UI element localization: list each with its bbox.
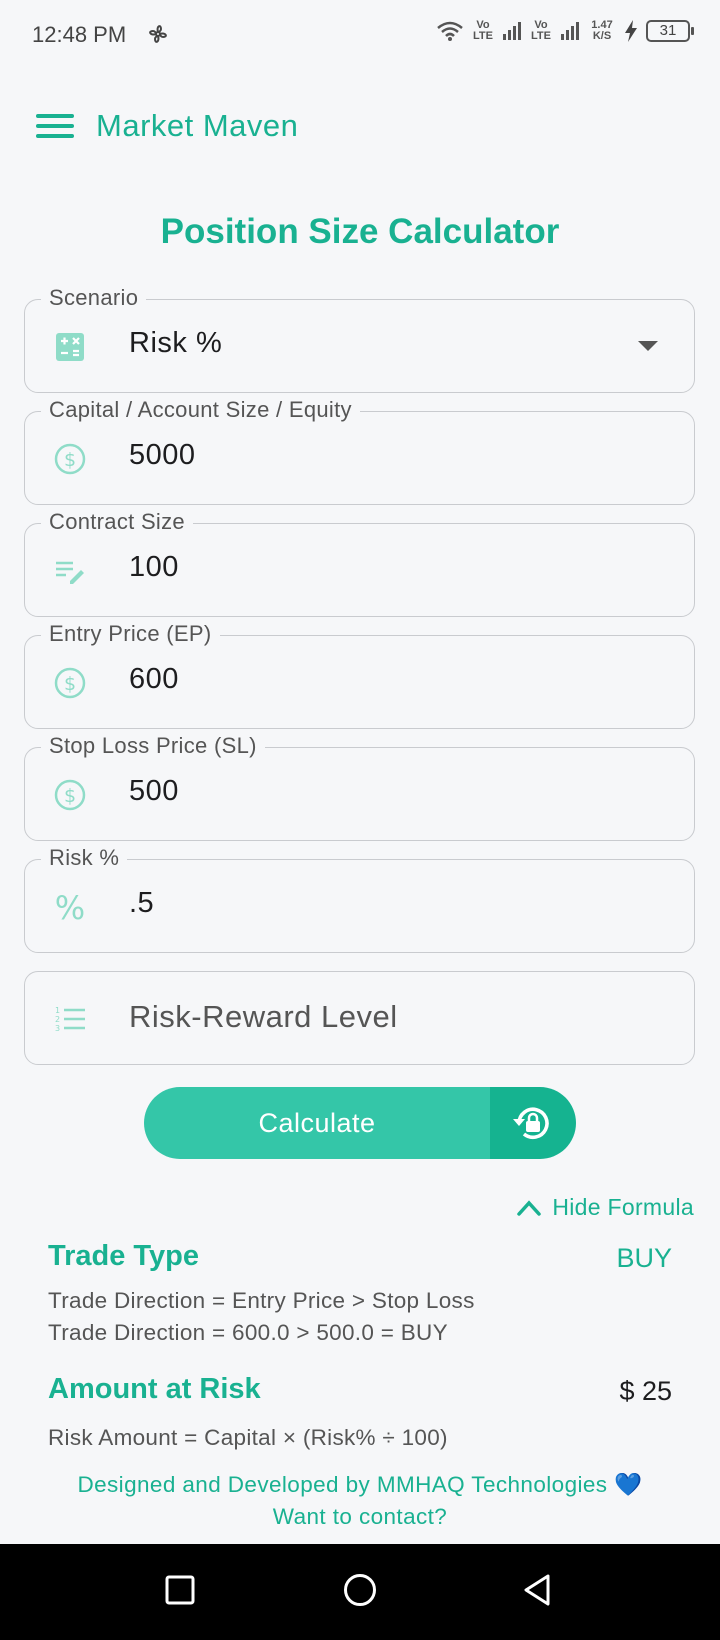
chevron-up-icon	[517, 1199, 542, 1216]
fan-icon	[149, 25, 167, 43]
risk-percent-label: Risk %	[41, 844, 128, 872]
scenario-select[interactable]: Scenario Risk %	[24, 284, 695, 393]
entry-price-field[interactable]: Entry Price (EP) $ 600	[24, 620, 695, 729]
battery-indicator: 31	[646, 20, 694, 42]
network-speed: 1.47 K/S	[591, 19, 613, 42]
svg-text:$: $	[64, 673, 76, 695]
svg-text:2: 2	[55, 1015, 60, 1024]
stop-loss-value: 500	[129, 775, 179, 807]
wifi-icon	[437, 21, 463, 41]
scenario-value: Risk %	[129, 327, 223, 359]
numbered-list-icon: 1 2 3	[55, 1006, 85, 1033]
dollar-icon: $	[54, 667, 86, 699]
heart-icon: 💙	[614, 1472, 643, 1497]
risk-amount-formula: Risk Amount = Capital × (Risk% ÷ 100)	[48, 1425, 448, 1450]
contact-link[interactable]: Want to contact?	[0, 1504, 720, 1530]
risk-percent-field[interactable]: Risk % % .5	[24, 844, 695, 953]
home-icon[interactable]	[342, 1572, 378, 1608]
stop-loss-field[interactable]: Stop Loss Price (SL) $ 500	[24, 732, 695, 841]
svg-text:$: $	[64, 785, 76, 807]
entry-price-label: Entry Price (EP)	[41, 620, 220, 648]
calculate-button-group: Calculate	[144, 1087, 576, 1159]
volte-indicator-2: Vo LTE	[531, 19, 551, 42]
page-title: Position Size Calculator	[160, 212, 560, 251]
status-bar: 12:48 PM Vo LTE Vo LTE 1.47 K/S 31	[0, 0, 720, 74]
recents-icon[interactable]	[164, 1572, 196, 1608]
dollar-icon: $	[54, 779, 86, 811]
menu-icon[interactable]	[34, 110, 76, 146]
volte-indicator-1: Vo LTE	[473, 19, 493, 42]
risk-percent-value: .5	[129, 887, 155, 919]
risk-reward-placeholder: Risk-Reward Level	[129, 999, 398, 1034]
capital-field[interactable]: Capital / Account Size / Equity $ 5000	[24, 396, 695, 505]
trade-type-value: BUY	[616, 1243, 672, 1273]
risk-reward-field[interactable]: 1 2 3 Risk-Reward Level	[24, 971, 695, 1065]
stop-loss-label: Stop Loss Price (SL)	[41, 732, 265, 760]
app-bar: Market Maven	[0, 90, 720, 166]
status-icons: Vo LTE Vo LTE 1.47 K/S 31	[436, 19, 694, 42]
entry-price-value: 600	[129, 663, 179, 695]
percent-icon: %	[55, 890, 85, 924]
trade-direction-calculation: Trade Direction = 600.0 > 500.0 = BUY	[48, 1320, 448, 1345]
svg-text:1: 1	[55, 1006, 60, 1015]
contract-size-value: 100	[129, 551, 179, 583]
hide-formula-toggle[interactable]: Hide Formula	[516, 1194, 694, 1221]
screen: 12:48 PM Vo LTE Vo LTE 1.47 K/S 31 Marke…	[0, 0, 720, 1640]
edit-note-icon	[56, 561, 84, 584]
navigation-bar	[0, 1544, 720, 1640]
svg-text:$: $	[64, 449, 76, 471]
signal-icon-1	[503, 22, 521, 40]
lock-reset-icon	[513, 1107, 549, 1140]
calculator-icon	[56, 333, 84, 361]
trade-type-title: Trade Type	[48, 1240, 199, 1272]
charging-icon	[625, 20, 637, 42]
amount-at-risk-value: $ 25	[619, 1376, 672, 1406]
developer-credit-text: Designed and Developed by MMHAQ Technolo…	[77, 1472, 608, 1497]
contract-size-field[interactable]: Contract Size 100	[24, 508, 695, 617]
capital-value: 5000	[129, 439, 196, 471]
capital-label: Capital / Account Size / Equity	[41, 396, 360, 424]
dropdown-arrow-icon	[638, 341, 658, 351]
svg-text:%: %	[55, 890, 85, 924]
status-time: 12:48 PM	[32, 22, 127, 47]
reset-button[interactable]	[490, 1087, 576, 1159]
hide-formula-label: Hide Formula	[552, 1194, 694, 1220]
trade-direction-formula: Trade Direction = Entry Price > Stop Los…	[48, 1288, 475, 1313]
dollar-icon: $	[54, 443, 86, 475]
calculate-button[interactable]: Calculate	[144, 1087, 490, 1159]
signal-icon-2	[561, 22, 579, 40]
contract-size-label: Contract Size	[41, 508, 193, 536]
amount-at-risk-title: Amount at Risk	[48, 1373, 261, 1405]
back-icon[interactable]	[520, 1572, 554, 1608]
svg-text:3: 3	[55, 1024, 60, 1033]
scenario-label: Scenario	[41, 284, 147, 312]
developer-credit[interactable]: Designed and Developed by MMHAQ Technolo…	[0, 1472, 720, 1498]
app-title: Market Maven	[96, 108, 299, 143]
